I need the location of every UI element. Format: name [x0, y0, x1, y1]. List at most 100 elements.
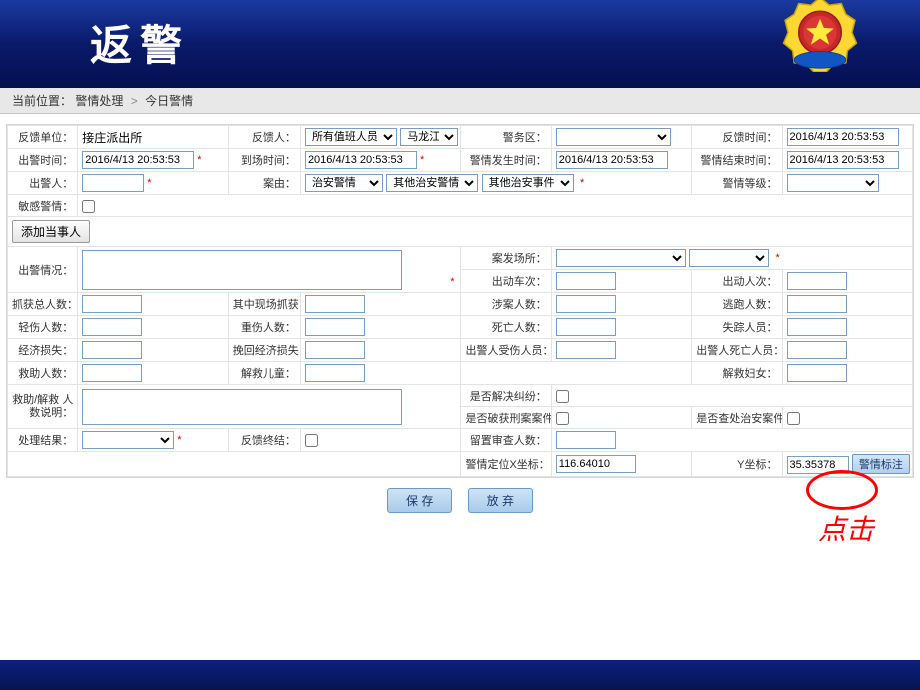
mark-button[interactable]: 警情标注 [852, 454, 910, 474]
select-ay2[interactable]: 其他治安警情 [386, 174, 478, 192]
footer-buttons: 保 存 放 弃 [6, 478, 914, 523]
cancel-button[interactable]: 放 弃 [468, 488, 533, 513]
form-grid: 反馈单位： 接庄派出所 反馈人： 所有值班人员 马龙江 * 警务区： 反馈时间：… [7, 125, 913, 477]
select-ay1[interactable]: 治安警情 [305, 174, 383, 192]
label-cdrc: 出动人次： [692, 270, 782, 293]
select-fkr-name[interactable]: 马龙江 [400, 128, 458, 146]
label-cjqk: 出警情况： [8, 247, 78, 293]
input-jqjssj[interactable] [787, 151, 899, 169]
save-button[interactable]: 保 存 [387, 488, 452, 513]
page-title: 返警 [90, 12, 190, 73]
label-fkr: 反馈人： [228, 126, 300, 149]
checkbox-sfphlxaj[interactable] [556, 412, 569, 425]
input-dcsj[interactable] [305, 151, 417, 169]
textarea-jzjjsm[interactable] [82, 389, 402, 425]
label-bhzsn: 抓获总人数： [8, 293, 78, 316]
label-jqjssj: 警情结束时间： [692, 149, 782, 172]
input-jjss[interactable] [82, 341, 142, 359]
select-fkr-type[interactable]: 所有值班人员 [305, 128, 397, 146]
checkbox-mgjq[interactable] [82, 200, 95, 213]
label-sfphlxaj: 是否破获刑案案件： [461, 407, 551, 429]
required-star: * [197, 154, 201, 166]
input-jjfn[interactable] [787, 364, 847, 382]
input-y[interactable] [787, 456, 849, 474]
footer-bar [0, 660, 920, 690]
required-star: * [775, 252, 779, 264]
checkbox-sfczzaaj[interactable] [787, 412, 800, 425]
input-cjr[interactable] [82, 174, 144, 192]
input-jjet[interactable] [305, 364, 365, 382]
label-mgjq: 敏感警情： [8, 195, 78, 217]
required-star: * [177, 434, 181, 446]
label-cljg: 处理结果： [8, 429, 78, 452]
input-cjsj[interactable] [82, 151, 194, 169]
label-cjrswry: 出警人死亡人员： [692, 339, 782, 362]
label-zsrs: 重伤人数： [228, 316, 300, 339]
label-jjfn: 解救妇女： [692, 362, 782, 385]
input-tprs[interactable] [787, 295, 847, 313]
select-afcs1[interactable] [556, 249, 686, 267]
input-sars[interactable] [556, 295, 616, 313]
label-cdcc: 出动车次： [461, 270, 551, 293]
label-szry: 失踪人员： [692, 316, 782, 339]
input-qzxcbh[interactable] [305, 295, 365, 313]
input-jqfssj[interactable] [556, 151, 668, 169]
checkbox-fkzj[interactable] [305, 434, 318, 447]
label-jqdwx: 警情定位X坐标： [461, 452, 551, 477]
input-cdcc[interactable] [556, 272, 616, 290]
select-ay3[interactable]: 其他治安事件 [482, 174, 574, 192]
label-jjss: 经济损失： [8, 339, 78, 362]
breadcrumb-prefix: 当前位置： [12, 94, 72, 108]
label-fkdw: 反馈单位： [8, 126, 78, 149]
label-ay: 案由： [228, 172, 300, 195]
add-party-button[interactable]: 添加当事人 [12, 220, 90, 243]
label-jzjjsm: 救助/解救 人数说明： [8, 385, 78, 429]
input-x[interactable] [556, 455, 636, 473]
label-cjrssry: 出警人受伤人员： [461, 339, 551, 362]
input-jzrs[interactable] [82, 364, 142, 382]
input-lzsars[interactable] [556, 431, 616, 449]
label-jzrs: 救助人数： [8, 362, 78, 385]
value-fkdw: 接庄派出所 [82, 131, 142, 145]
select-jwq[interactable] [556, 128, 671, 146]
input-bhzsn[interactable] [82, 295, 142, 313]
label-fksj: 反馈时间： [692, 126, 782, 149]
label-qsrs: 轻伤人数： [8, 316, 78, 339]
input-fksj[interactable] [787, 128, 899, 146]
required-star: * [580, 177, 584, 189]
label-jqfssj: 警情发生时间： [461, 149, 551, 172]
label-afcs: 案发场所： [461, 247, 551, 270]
label-jwq: 警务区： [461, 126, 551, 149]
select-afcs2[interactable] [689, 249, 769, 267]
label-tprs: 逃跑人数： [692, 293, 782, 316]
label-fkzj: 反馈终结： [228, 429, 300, 452]
input-cdrc[interactable] [787, 272, 847, 290]
form-area: 反馈单位： 接庄派出所 反馈人： 所有值班人员 马龙江 * 警务区： 反馈时间：… [6, 124, 914, 478]
textarea-cjqk[interactable] [82, 250, 402, 290]
input-cjrswry[interactable] [787, 341, 847, 359]
required-star: * [420, 154, 424, 166]
breadcrumb: 当前位置： 警情处理 > 今日警情 [0, 88, 920, 114]
content-area: 反馈单位： 接庄派出所 反馈人： 所有值班人员 马龙江 * 警务区： 反馈时间：… [0, 114, 920, 666]
input-zsrs[interactable] [305, 318, 365, 336]
input-szry[interactable] [787, 318, 847, 336]
select-jqdj[interactable] [787, 174, 879, 192]
app-header: 返警 [0, 0, 920, 88]
required-star: * [147, 177, 151, 189]
breadcrumb-part2: 今日警情 [145, 94, 193, 108]
nomark-link[interactable]: 不标注 [912, 459, 913, 471]
input-cjrssry[interactable] [556, 341, 616, 359]
input-hfjjss[interactable] [305, 341, 365, 359]
breadcrumb-sep: > [131, 94, 138, 108]
checkbox-sfjjjf[interactable] [556, 390, 569, 403]
breadcrumb-part1: 警情处理 [75, 94, 123, 108]
input-qsrs[interactable] [82, 318, 142, 336]
label-yzb: Y坐标： [692, 452, 782, 477]
label-lzsars: 留置审查人数： [461, 429, 551, 452]
select-cljg[interactable] [82, 431, 174, 449]
label-sfczzaaj: 是否查处治安案件： [692, 407, 782, 429]
label-cjsj: 出警时间： [8, 149, 78, 172]
label-jjet: 解救儿童： [228, 362, 300, 385]
input-swrs[interactable] [556, 318, 616, 336]
label-qzxcbh: 其中现场抓获： [228, 293, 300, 316]
